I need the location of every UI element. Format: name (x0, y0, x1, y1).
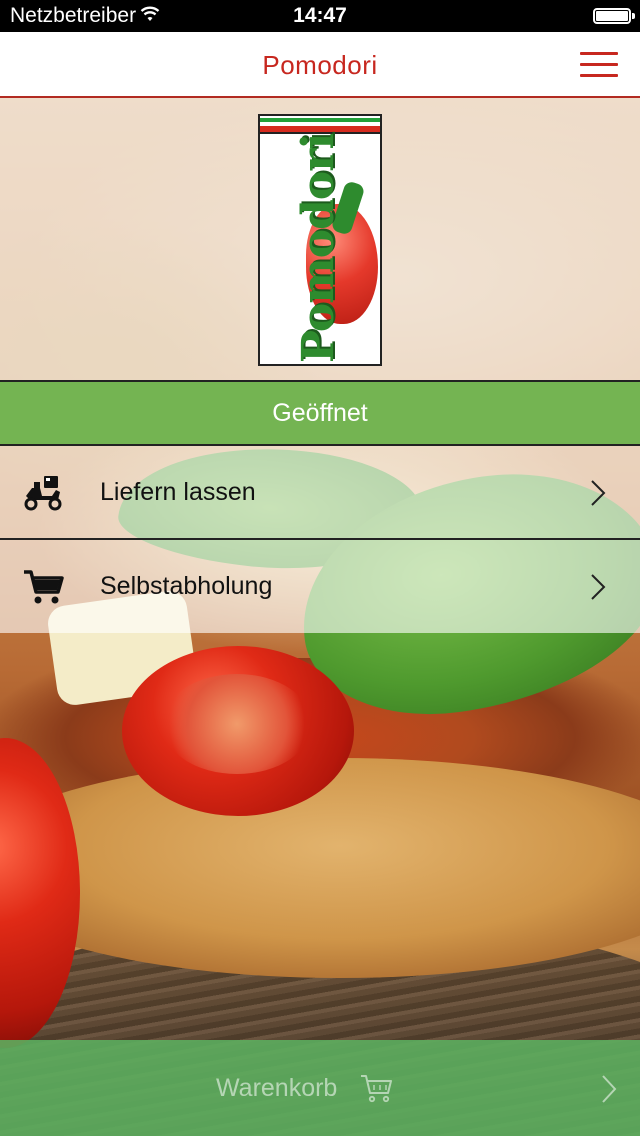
chevron-right-icon (602, 1075, 617, 1103)
page-title: Pomodori (262, 50, 378, 80)
italian-flag-stripe (260, 116, 380, 134)
cart-label: Warenkorb (216, 1074, 338, 1102)
delivery-option[interactable]: Liefern lassen (0, 446, 640, 540)
hamburger-menu-icon[interactable] (580, 52, 618, 80)
navigation-bar: Pomodori (0, 32, 640, 98)
clock: 14:47 (293, 4, 347, 27)
delivery-option-label: Liefern lassen (100, 478, 256, 506)
pickup-option-label: Selbstabholung (100, 572, 273, 600)
pickup-option[interactable]: Selbstabholung (0, 540, 640, 634)
delivery-scooter-icon (24, 476, 62, 511)
cart-button[interactable]: Warenkorb (0, 1040, 640, 1136)
chevron-right-icon (591, 574, 606, 600)
restaurant-logo: Pomodori (258, 114, 382, 366)
shopping-cart-icon (361, 1075, 392, 1103)
logo-wordmark: Pomodori (293, 133, 344, 363)
status-bar: Netzbetreiber 14:47 (0, 0, 640, 32)
chevron-right-icon (591, 480, 606, 506)
shopping-cart-icon (24, 570, 64, 604)
open-status-banner: Geöffnet (0, 380, 640, 446)
battery-icon (593, 8, 635, 24)
